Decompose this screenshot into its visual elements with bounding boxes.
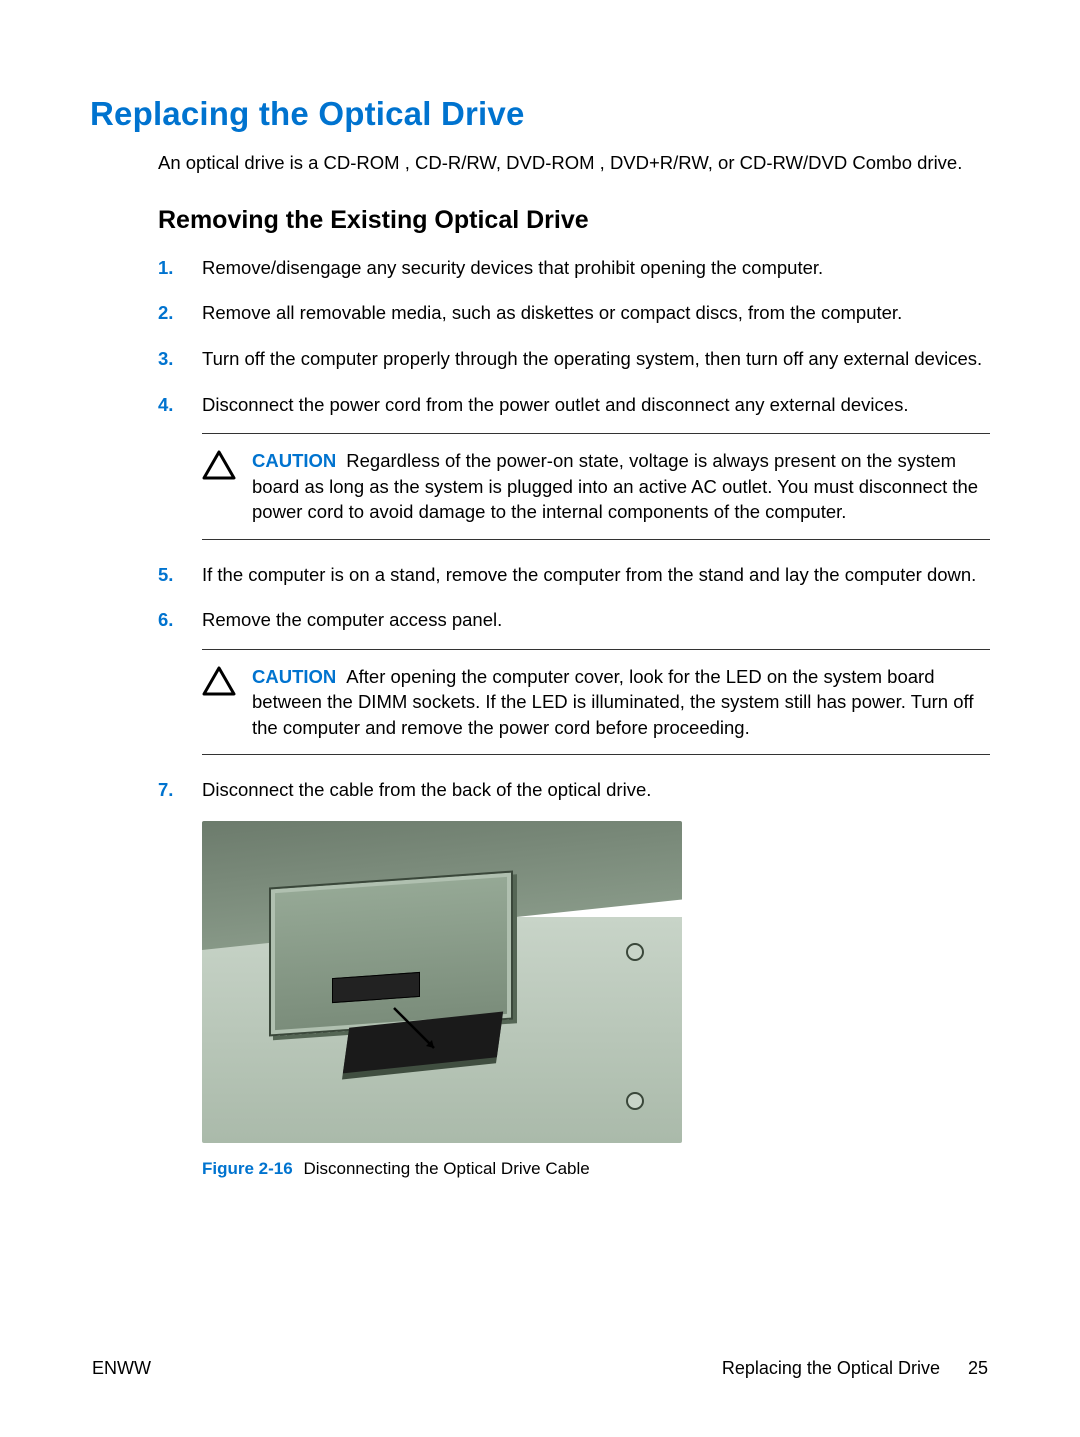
step-text: Disconnect the power cord from the power… (202, 394, 908, 415)
step-text: Remove all removable media, such as disk… (202, 302, 902, 323)
page-title: Replacing the Optical Drive (90, 95, 990, 133)
page-footer: ENWW Replacing the Optical Drive 25 (0, 1358, 1080, 1379)
caution-body: Regardless of the power-on state, voltag… (252, 450, 978, 522)
list-item: 3. Turn off the computer properly throug… (158, 346, 990, 372)
content-body: An optical drive is a CD-ROM , CD-R/RW, … (158, 151, 990, 1180)
step-number: 7. (158, 777, 173, 803)
figure-image (202, 821, 682, 1143)
footer-section-title: Replacing the Optical Drive (722, 1358, 940, 1379)
step-number: 4. (158, 392, 173, 418)
step-text: Remove the computer access panel. (202, 609, 502, 630)
step-text: Turn off the computer properly through t… (202, 348, 982, 369)
figure: Figure 2-16 Disconnecting the Optical Dr… (202, 821, 990, 1180)
figure-caption-text: Disconnecting the Optical Drive Cable (303, 1159, 589, 1178)
step-number: 3. (158, 346, 173, 372)
list-item: 2. Remove all removable media, such as d… (158, 300, 990, 326)
caution-box: CAUTIONRegardless of the power-on state,… (202, 433, 990, 540)
list-item: 6. Remove the computer access panel. CAU… (158, 607, 990, 755)
list-item: 4. Disconnect the power cord from the po… (158, 392, 990, 540)
step-number: 1. (158, 255, 173, 281)
intro-paragraph: An optical drive is a CD-ROM , CD-R/RW, … (158, 151, 990, 176)
step-number: 2. (158, 300, 173, 326)
list-item: 1. Remove/disengage any security devices… (158, 255, 990, 281)
section-heading: Removing the Existing Optical Drive (158, 206, 990, 235)
step-number: 5. (158, 562, 173, 588)
step-text: Disconnect the cable from the back of th… (202, 779, 651, 800)
caution-label: CAUTION (252, 666, 336, 687)
caution-icon (202, 666, 236, 696)
list-item: 5. If the computer is on a stand, remove… (158, 562, 990, 588)
step-list: 1. Remove/disengage any security devices… (158, 255, 990, 1180)
caution-text: CAUTIONAfter opening the computer cover,… (252, 664, 990, 741)
page-number: 25 (968, 1358, 988, 1379)
caution-box: CAUTIONAfter opening the computer cover,… (202, 649, 990, 756)
footer-right: Replacing the Optical Drive 25 (722, 1358, 988, 1379)
step-text: If the computer is on a stand, remove th… (202, 564, 976, 585)
caution-text: CAUTIONRegardless of the power-on state,… (252, 448, 990, 525)
caution-icon (202, 450, 236, 480)
figure-label: Figure 2-16 (202, 1159, 293, 1178)
list-item: 7. Disconnect the cable from the back of… (158, 777, 990, 1180)
step-number: 6. (158, 607, 173, 633)
caution-label: CAUTION (252, 450, 336, 471)
footer-left: ENWW (92, 1358, 151, 1379)
step-text: Remove/disengage any security devices th… (202, 257, 823, 278)
document-page: Replacing the Optical Drive An optical d… (0, 0, 1080, 1180)
figure-caption: Figure 2-16 Disconnecting the Optical Dr… (202, 1157, 990, 1180)
caution-body: After opening the computer cover, look f… (252, 666, 973, 738)
